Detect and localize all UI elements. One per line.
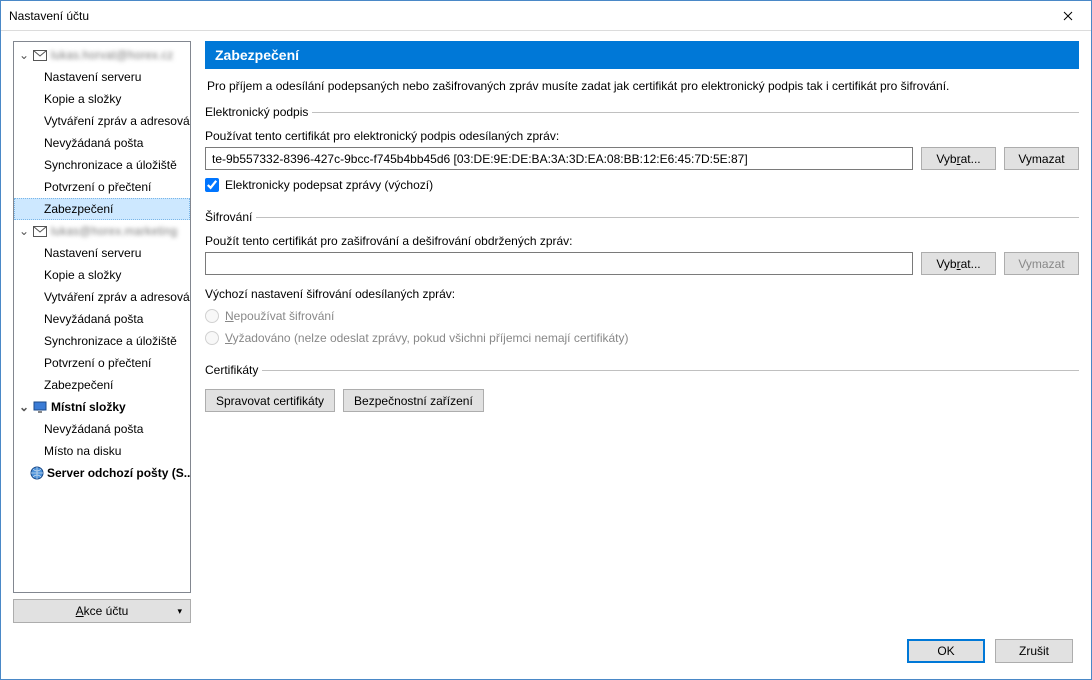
expander-icon[interactable]: ⌄ [18, 400, 30, 414]
titlebar: Nastavení účtu [1, 1, 1091, 31]
tree-item[interactable]: Vytváření zpráv a adresování [14, 286, 190, 308]
monitor-icon [32, 399, 48, 415]
certificates-fieldset: Certifikáty Spravovat certifikáty Bezpeč… [205, 363, 1079, 418]
tree-account-label: Místní složky [51, 400, 126, 414]
expander-icon[interactable]: ⌄ [18, 48, 30, 62]
encryption-cert-input[interactable] [205, 252, 913, 275]
tree-account[interactable]: ⌄ lukas.horvat@horex.cz [14, 44, 190, 66]
encrypt-none-label: Nepoužívat šifrování [225, 309, 334, 323]
sign-default-checkbox[interactable] [205, 178, 219, 192]
dialog-footer: OK Zrušit [1, 623, 1091, 679]
dialog-body: ⌄lukas.horvat@horex.czNastavení serveruK… [1, 31, 1091, 623]
encryption-clear-button: Vymazat [1004, 252, 1079, 275]
panel-intro: Pro příjem a odesílání podepsaných nebo … [205, 69, 1079, 97]
encrypt-none-radio [205, 309, 219, 323]
security-devices-button[interactable]: Bezpečnostní zařízení [343, 389, 484, 412]
tree-item[interactable]: Zabezpečení [14, 198, 190, 220]
signing-clear-button[interactable]: Vymazat [1004, 147, 1079, 170]
account-tree[interactable]: ⌄lukas.horvat@horex.czNastavení serveruK… [13, 41, 191, 593]
encryption-select-button[interactable]: Vybrat... [921, 252, 996, 275]
mail-icon [32, 47, 48, 63]
mail-icon [32, 223, 48, 239]
tree-item[interactable]: Synchronizace a úložiště [14, 330, 190, 352]
sign-default-label: Elektronicky podepsat zprávy (výchozí) [225, 178, 433, 192]
tree-outgoing-label: Server odchozí pošty (S... [47, 466, 190, 480]
globe-icon [30, 465, 44, 481]
close-icon [1063, 11, 1073, 21]
tree-item[interactable]: Potvrzení o přečtení [14, 352, 190, 374]
tree-item[interactable]: Nastavení serveru [14, 66, 190, 88]
signing-cert-label: Používat tento certifikát pro elektronic… [205, 129, 1079, 143]
content-panel: Zabezpečení Pro příjem a odesílání podep… [191, 41, 1079, 623]
tree-item[interactable]: Vytváření zpráv a adresování [14, 110, 190, 132]
tree-item[interactable]: Zabezpečení [14, 374, 190, 396]
expander-icon[interactable]: ⌄ [18, 224, 30, 238]
cancel-button[interactable]: Zrušit [995, 639, 1073, 663]
sidebar: ⌄lukas.horvat@horex.czNastavení serveruK… [13, 41, 191, 623]
signing-cert-input[interactable] [205, 147, 913, 170]
signing-legend: Elektronický podpis [205, 105, 312, 119]
chevron-down-icon: ▾ [177, 606, 182, 617]
close-button[interactable] [1045, 1, 1091, 31]
tree-account[interactable]: ⌄ lukas@horex.marketing [14, 220, 190, 242]
tree-item[interactable]: Synchronizace a úložiště [14, 154, 190, 176]
tree-account-label: lukas@horex.marketing [51, 224, 177, 238]
account-actions-button[interactable]: Akce účtu ▾ [13, 599, 191, 623]
tree-item[interactable]: Nevyžádaná pošta [14, 132, 190, 154]
encrypt-required-label: Vyžadováno (nelze odeslat zprávy, pokud … [225, 331, 629, 345]
signing-fieldset: Elektronický podpis Používat tento certi… [205, 105, 1079, 202]
tree-outgoing-server[interactable]: Server odchozí pošty (S... [14, 462, 190, 484]
tree-item[interactable]: Kopie a složky [14, 264, 190, 286]
tree-item[interactable]: Potvrzení o přečtení [14, 176, 190, 198]
tree-account-label: lukas.horvat@horex.cz [51, 48, 173, 62]
panel-title: Zabezpečení [205, 41, 1079, 69]
encryption-default-label: Výchozí nastavení šifrování odesílaných … [205, 287, 1079, 301]
tree-item[interactable]: Nastavení serveru [14, 242, 190, 264]
tree-item[interactable]: Místo na disku [14, 440, 190, 462]
signing-select-button[interactable]: Vybrat... [921, 147, 996, 170]
window-title: Nastavení účtu [9, 9, 89, 23]
certificates-legend: Certifikáty [205, 363, 262, 377]
manage-certs-button[interactable]: Spravovat certifikáty [205, 389, 335, 412]
tree-account[interactable]: ⌄ Místní složky [14, 396, 190, 418]
ok-button[interactable]: OK [907, 639, 985, 663]
encryption-legend: Šifrování [205, 210, 256, 224]
encryption-cert-label: Použít tento certifikát pro zašifrování … [205, 234, 1079, 248]
tree-item[interactable]: Kopie a složky [14, 88, 190, 110]
encryption-fieldset: Šifrování Použít tento certifikát pro za… [205, 210, 1079, 355]
tree-item[interactable]: Nevyžádaná pošta [14, 308, 190, 330]
encrypt-required-radio [205, 331, 219, 345]
account-settings-window: Nastavení účtu ⌄ lukas.horvat@horex.cz Nas… [0, 0, 1092, 680]
tree-item[interactable]: Nevyžádaná pošta [14, 418, 190, 440]
account-actions: Akce účtu ▾ [13, 599, 191, 623]
